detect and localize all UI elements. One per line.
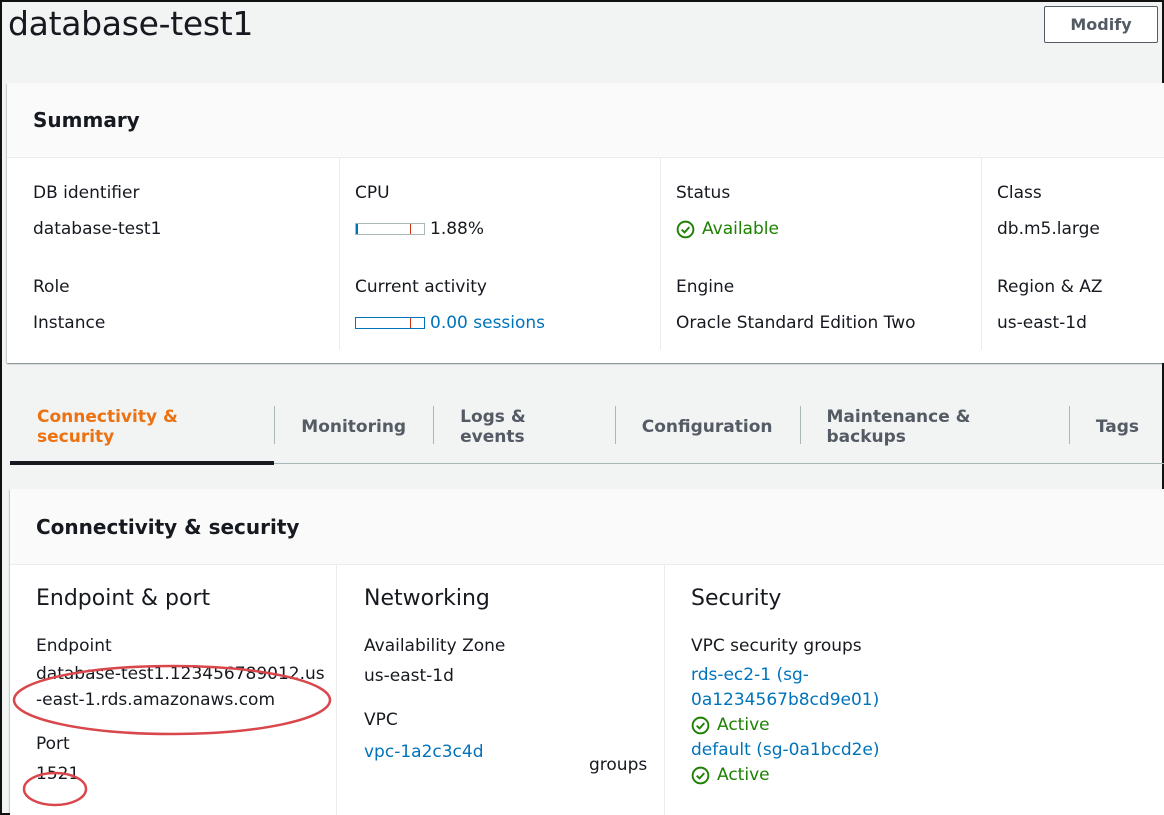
check-circle-icon [691, 716, 710, 735]
cpu-value: 1.88% [430, 219, 485, 239]
security-group-link[interactable]: rds-ec2-1 (sg-0a1234567b8cd9e01) [691, 665, 879, 710]
security-column: Security VPC security groups rds-ec2-1 (… [664, 565, 1164, 815]
vpc-link[interactable]: vpc-1a2c3c4d [364, 742, 484, 762]
endpoint-port-title: Endpoint & port [36, 586, 211, 611]
tab-connectivity-security[interactable]: Connectivity & security [10, 390, 275, 465]
summary-column-identity: DB identifier database-test1 Role Instan… [33, 158, 339, 350]
summary-column-status: Status Available Engine Oracle Standard … [660, 158, 981, 350]
db-identifier-label: DB identifier [33, 183, 140, 203]
region-az-value: us-east-1d [997, 313, 1087, 333]
security-group-item: rds-ec2-1 (sg-0a1234567b8cd9e01) [691, 663, 911, 713]
summary-panel: Summary DB identifier database-test1 Rol… [7, 83, 1164, 363]
vpc-security-groups-label: VPC security groups [691, 636, 862, 656]
networking-title: Networking [364, 586, 490, 611]
az-value: us-east-1d [364, 666, 454, 686]
current-activity-row: 0.00 sessions [355, 312, 660, 334]
cpu-label: CPU [355, 183, 390, 203]
networking-column: Networking Availability Zone us-east-1d … [336, 565, 664, 815]
security-group-status-text: Active [717, 765, 770, 785]
connectivity-header: Connectivity & security [10, 489, 1164, 565]
detail-tabs: Connectivity & security Monitoring Logs … [10, 390, 1164, 465]
check-circle-icon [691, 766, 710, 785]
tab-configuration[interactable]: Configuration [614, 390, 800, 463]
connectivity-grid: Endpoint & port Endpoint database-test1.… [10, 565, 1164, 815]
az-label: Availability Zone [364, 636, 506, 656]
current-activity-label: Current activity [355, 277, 487, 297]
summary-column-class: Class db.m5.large Region & AZ us-east-1d [981, 158, 1164, 350]
security-groups-list: rds-ec2-1 (sg-0a1234567b8cd9e01) Active … [691, 663, 1164, 788]
endpoint-label: Endpoint [36, 636, 112, 656]
security-group-status: Active [691, 713, 1164, 738]
status-value: Available [702, 219, 779, 239]
security-group-link[interactable]: default (sg-0a1bcd2e) [691, 740, 880, 760]
groups-text: groups [589, 755, 648, 775]
page-title: database-test1 [8, 4, 254, 43]
class-label: Class [997, 183, 1042, 203]
cpu-bar-fill [356, 224, 358, 234]
tab-monitoring[interactable]: Monitoring [274, 390, 433, 463]
status-label: Status [676, 183, 731, 203]
security-group-status: Active [691, 763, 1164, 788]
engine-label: Engine [676, 277, 735, 297]
cpu-row: 1.88% [355, 218, 660, 240]
connectivity-title: Connectivity & security [36, 514, 300, 539]
cpu-utilization-bar [355, 223, 425, 235]
vpc-label: VPC [364, 710, 398, 730]
class-value: db.m5.large [997, 219, 1100, 239]
endpoint-port-column: Endpoint & port Endpoint database-test1.… [36, 565, 336, 815]
role-value: Instance [33, 313, 106, 333]
current-activity-link[interactable]: 0.00 sessions [430, 312, 545, 334]
activity-bar [355, 317, 425, 329]
db-identifier-value: database-test1 [33, 219, 162, 239]
summary-title: Summary [33, 108, 140, 132]
region-az-label: Region & AZ [997, 277, 1103, 297]
role-label: Role [33, 277, 70, 297]
tab-logs-events[interactable]: Logs & events [433, 390, 615, 463]
connectivity-panel: Connectivity & security Endpoint & port … [10, 489, 1164, 815]
activity-bar-marker [410, 318, 411, 328]
port-label: Port [36, 734, 70, 754]
endpoint-value[interactable]: database-test1.123456789012.us-east-1.rd… [36, 661, 328, 713]
status-badge: Available [676, 218, 981, 240]
tab-tags[interactable]: Tags [1068, 390, 1164, 463]
port-value: 1521 [36, 764, 80, 784]
security-title: Security [691, 586, 782, 611]
security-group-item: default (sg-0a1bcd2e) [691, 738, 1164, 763]
check-circle-icon [676, 220, 695, 238]
modify-button[interactable]: Modify [1044, 6, 1158, 43]
summary-grid: DB identifier database-test1 Role Instan… [7, 158, 1164, 363]
cpu-bar-marker [410, 224, 411, 234]
summary-header: Summary [7, 83, 1164, 158]
security-group-status-text: Active [717, 715, 770, 735]
tab-maintenance-backups[interactable]: Maintenance & backups [799, 390, 1069, 463]
summary-column-metrics: CPU 1.88% Current activity 0.00 sessions [339, 158, 660, 350]
engine-value: Oracle Standard Edition Two [676, 313, 916, 333]
